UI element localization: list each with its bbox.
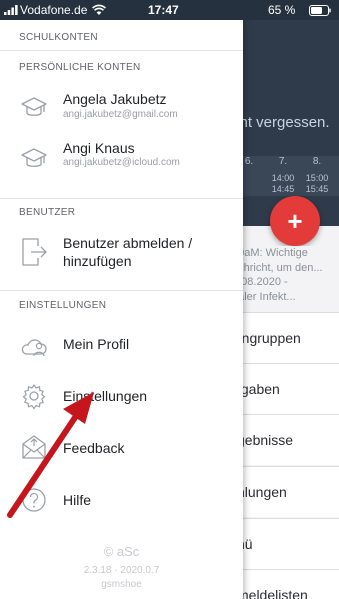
divider bbox=[0, 50, 243, 51]
col-number: 7. bbox=[278, 156, 288, 167]
section-header-school: SCHULKONTEN bbox=[19, 32, 98, 43]
background-note: cht vergessen. bbox=[232, 114, 330, 131]
gear-icon bbox=[22, 384, 46, 410]
message-line: paler Infekt... bbox=[232, 290, 296, 303]
menu-row[interactable]: fgaben bbox=[232, 363, 339, 414]
timetable-columns: 6. 7. 14:00 14:45 8. 15:00 15:45 bbox=[232, 156, 339, 196]
logout-icon bbox=[22, 238, 47, 266]
menu-item-label: Einstellungen bbox=[63, 388, 148, 404]
message-line: 10aM: Wichtige bbox=[232, 247, 308, 259]
menu-item-label: Feedback bbox=[63, 440, 125, 456]
signal-icon bbox=[4, 5, 18, 15]
section-header-personal: PERSÖNLICHE KONTEN bbox=[19, 62, 141, 73]
menu-item-label: Hilfe bbox=[63, 492, 92, 508]
menu-row[interactable]: meldelisten bbox=[232, 569, 339, 599]
clock: 17:47 bbox=[148, 3, 179, 17]
graduation-cap-icon bbox=[21, 148, 47, 167]
timetable-col: 8. 15:00 15:45 bbox=[300, 156, 334, 195]
battery-percent: 65 % bbox=[268, 3, 296, 17]
menu-item-help[interactable]: Hilfe bbox=[0, 474, 243, 526]
account-name: Angela Jakubetz bbox=[63, 91, 167, 107]
plus-icon: + bbox=[287, 206, 303, 236]
account-item-angela-jakubetz[interactable]: Angela Jakubetz angi.jakubetz@gmail.com bbox=[0, 82, 243, 132]
col-end: 14:45 bbox=[271, 184, 295, 194]
divider bbox=[0, 290, 243, 291]
message-line: 7.08.2020 - bbox=[232, 276, 288, 288]
col-end: 15:45 bbox=[305, 184, 329, 194]
section-header-users: BENUTZER bbox=[19, 207, 76, 218]
account-email: angi.jakubetz@gmail.com bbox=[63, 109, 178, 120]
footer-brand: © aSc bbox=[103, 544, 140, 559]
menu-item-my-profile[interactable]: Mein Profil bbox=[0, 320, 243, 370]
menu-row[interactable]: hlungen bbox=[232, 466, 339, 517]
help-icon bbox=[22, 488, 46, 512]
wifi-icon bbox=[92, 4, 106, 15]
carrier-name: Vodafone.de bbox=[20, 3, 88, 17]
timetable-col: 7. 14:00 14:45 bbox=[266, 156, 300, 195]
footer-user: gsmshoe bbox=[101, 579, 142, 590]
account-item-angi-knaus[interactable]: Angi Knaus angi.jakubetz@icloud.com bbox=[0, 132, 243, 186]
message-preview: 10aM: Wichtige achricht, um den... 7.08.… bbox=[232, 246, 339, 308]
menu-row[interactable]: rngruppen bbox=[232, 312, 339, 363]
logout-button[interactable]: Benutzer abmelden / hinzufügen bbox=[0, 226, 243, 276]
footer-version: 2.3.18 · 2020.0.7 bbox=[83, 565, 160, 576]
status-bar: Vodafone.de 17:47 65 % bbox=[0, 0, 339, 20]
col-start: 15:00 bbox=[305, 173, 329, 183]
graduation-cap-icon bbox=[21, 97, 47, 116]
col-start: 14:00 bbox=[271, 173, 295, 183]
section-header-settings: EINSTELLUNGEN bbox=[19, 300, 107, 311]
account-name: Angi Knaus bbox=[63, 140, 135, 156]
menu-item-label: Mein Profil bbox=[63, 336, 130, 352]
add-button[interactable]: + bbox=[270, 196, 320, 246]
menu-row[interactable]: gebnisse bbox=[232, 414, 339, 465]
col-number: 8. bbox=[312, 156, 322, 167]
logout-label-line1: Benutzer abmelden / bbox=[63, 235, 193, 251]
account-email: angi.jakubetz@icloud.com bbox=[63, 157, 180, 168]
envelope-icon bbox=[22, 435, 46, 459]
cloud-user-icon bbox=[21, 339, 47, 357]
menu-item-feedback[interactable]: Feedback bbox=[0, 422, 243, 474]
battery-icon bbox=[309, 5, 331, 16]
menu-item-settings[interactable]: Einstellungen bbox=[0, 370, 243, 422]
message-line: achricht, um den... bbox=[232, 261, 323, 274]
navigation-drawer: SCHULKONTEN PERSÖNLICHE KONTEN Angela Ja… bbox=[0, 20, 243, 599]
menu-row[interactable]: nü bbox=[232, 518, 339, 569]
divider bbox=[0, 198, 243, 199]
logout-label-line2: hinzufügen bbox=[63, 253, 132, 269]
